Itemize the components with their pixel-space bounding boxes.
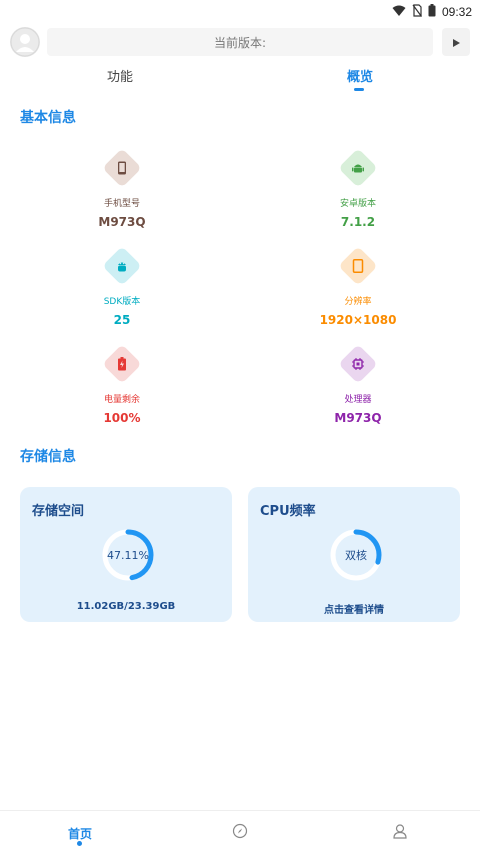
tab-bar: 功能 概览 [0, 66, 480, 96]
battery-charging-icon [102, 344, 142, 384]
cpu-details-link[interactable]: 点击查看详情 [248, 601, 460, 616]
info-value: M973Q [334, 411, 382, 425]
info-label: 电量剩余 [103, 395, 140, 405]
cpu-card[interactable]: CPU频率 双核 点击查看详情 [248, 487, 460, 622]
basic-info-title: 基本信息 [20, 110, 76, 126]
info-label: 分辨率 [344, 297, 372, 307]
battery-icon [428, 2, 436, 21]
storage-detail: 11.02GB/23.39GB [76, 601, 176, 612]
user-avatar-icon[interactable] [10, 27, 40, 57]
wifi-icon [392, 2, 406, 21]
active-indicator-dot [77, 841, 82, 846]
nav-discover[interactable] [160, 811, 320, 854]
nav-home[interactable]: 首页 [0, 811, 160, 854]
bottom-nav: 首页 [0, 810, 480, 854]
tab-functions[interactable]: 功能 [60, 66, 180, 85]
chip-icon [338, 344, 378, 384]
android-sdk-icon [102, 246, 142, 286]
info-label: 处理器 [344, 395, 372, 405]
info-label: SDK版本 [103, 297, 141, 307]
screen-icon [338, 246, 378, 286]
version-bar[interactable]: 当前版本: [47, 28, 433, 56]
info-value: 1920×1080 [319, 313, 397, 327]
status-bar: 09:32 [0, 0, 480, 20]
info-label: 安卓版本 [339, 199, 376, 209]
cpu-core-count: 双核 [345, 549, 367, 562]
storage-card-title: 存储空间 [32, 504, 85, 519]
phone-icon [102, 148, 142, 188]
play-button[interactable] [442, 28, 470, 56]
android-icon [338, 148, 378, 188]
nav-profile[interactable] [320, 811, 480, 854]
tab-indicator [354, 88, 364, 91]
info-value: M973Q [98, 215, 146, 229]
info-item-sdk-version[interactable]: SDK版本 25 [42, 246, 202, 327]
info-item-phone-model[interactable]: 手机型号 M973Q [42, 148, 202, 229]
status-icons: 09:32 [392, 2, 472, 21]
compass-icon [232, 823, 248, 843]
status-time: 09:32 [441, 4, 472, 19]
info-label: 手机型号 [103, 199, 140, 209]
no-sim-icon [412, 2, 422, 21]
storage-info-title: 存储信息 [20, 449, 76, 465]
info-item-android-version[interactable]: 安卓版本 7.1.2 [278, 148, 438, 229]
tab-overview[interactable]: 概览 [300, 66, 420, 85]
version-label: 当前版本: [213, 35, 267, 50]
info-item-processor[interactable]: 处理器 M973Q [278, 344, 438, 425]
nav-home-label: 首页 [67, 826, 92, 841]
info-item-resolution[interactable]: 分辨率 1920×1080 [278, 246, 438, 327]
info-item-battery[interactable]: 电量剩余 100% [42, 344, 202, 425]
info-value: 7.1.2 [340, 215, 376, 229]
storage-card[interactable]: 存储空间 47.11% 11.02GB/23.39GB [20, 487, 232, 622]
user-icon [392, 823, 408, 843]
info-value: 25 [113, 313, 131, 327]
storage-percent: 47.11% [107, 548, 149, 562]
header: 当前版本: [10, 26, 470, 58]
cpu-card-title: CPU频率 [260, 504, 316, 519]
info-value: 100% [103, 411, 141, 425]
play-icon [451, 33, 461, 52]
